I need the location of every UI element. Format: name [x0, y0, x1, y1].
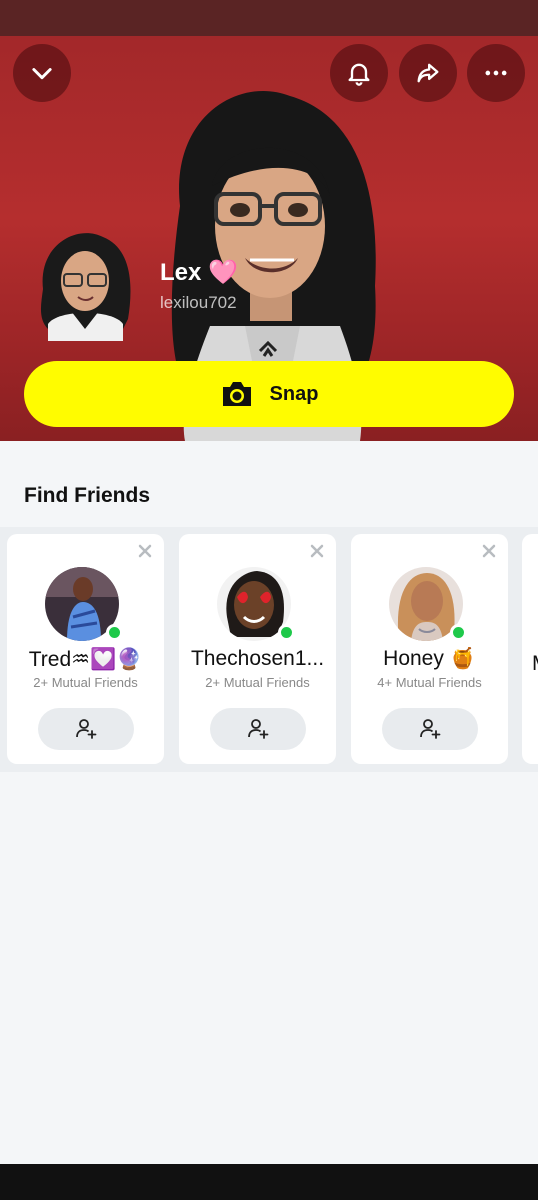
friend-name: Thechosen1... — [190, 647, 325, 670]
find-friends-carousel[interactable]: Tred♒💟🔮 2+ Mutual Friends Thechosen1... … — [0, 527, 538, 772]
friend-avatar[interactable] — [217, 567, 295, 641]
bitmoji-avatar-small[interactable] — [33, 229, 135, 341]
close-icon[interactable] — [480, 542, 498, 560]
friend-avatar[interactable] — [389, 567, 467, 641]
add-friend-icon — [420, 719, 441, 739]
notifications-button[interactable] — [330, 44, 388, 102]
more-dots-icon — [485, 70, 507, 76]
friend-card-partial[interactable]: M — [522, 534, 538, 764]
online-indicator — [278, 624, 295, 641]
profile-username: lexilou702 — [160, 293, 237, 312]
chevron-down-icon — [32, 68, 52, 80]
close-icon[interactable] — [308, 542, 326, 560]
friend-name: Honey 🍯 — [383, 647, 476, 670]
add-friend-button[interactable] — [38, 708, 134, 750]
friend-avatar[interactable] — [45, 567, 123, 641]
friend-name: Tred♒💟🔮 — [28, 648, 143, 671]
add-friend-icon — [76, 719, 97, 739]
find-friends-title: Find Friends — [24, 484, 150, 507]
camera-icon — [222, 382, 251, 406]
add-friend-icon — [248, 719, 269, 739]
friend-name-partial: M — [532, 652, 538, 676]
close-icon[interactable] — [136, 542, 154, 560]
share-arrow-icon — [417, 63, 439, 83]
online-indicator — [106, 624, 123, 641]
mutual-friends-count: 2+ Mutual Friends — [205, 675, 310, 690]
mutual-friends-count: 4+ Mutual Friends — [377, 675, 482, 690]
status-bar — [0, 0, 538, 36]
profile-display-name: Lex 🩷 — [160, 259, 238, 286]
profile-header: Lex 🩷 lexilou702 Snap — [0, 36, 538, 441]
snap-button-label: Snap — [269, 382, 319, 405]
add-friend-button[interactable] — [382, 708, 478, 750]
add-friend-button[interactable] — [210, 708, 306, 750]
online-indicator — [450, 624, 467, 641]
friend-card[interactable]: Tred♒💟🔮 2+ Mutual Friends — [7, 534, 164, 764]
share-button[interactable] — [399, 44, 457, 102]
mutual-friends-count: 2+ Mutual Friends — [33, 675, 138, 690]
friend-card[interactable]: Honey 🍯 4+ Mutual Friends — [351, 534, 508, 764]
navigation-bar — [0, 1164, 538, 1200]
bell-icon — [348, 63, 370, 86]
friend-card[interactable]: Thechosen1... 2+ Mutual Friends — [179, 534, 336, 764]
more-button[interactable] — [467, 44, 525, 102]
collapse-button[interactable] — [13, 44, 71, 102]
snap-button[interactable]: Snap — [24, 361, 514, 427]
